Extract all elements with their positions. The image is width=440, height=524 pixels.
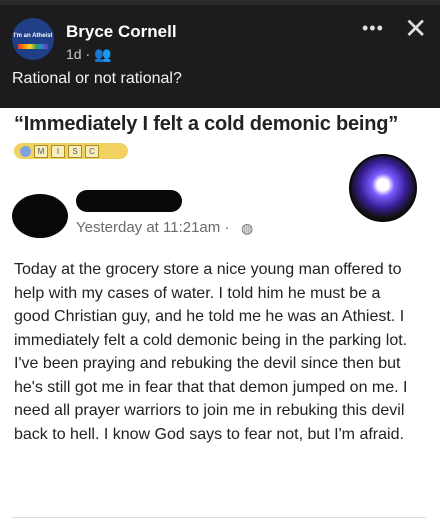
misc-letter: C: [85, 144, 99, 158]
avatar-text: I'm an Atheist: [13, 33, 53, 39]
rainbow-flag-icon: [18, 44, 48, 49]
top-divider: [0, 0, 440, 5]
post-timestamp[interactable]: Yesterday at 11:21am ·: [76, 219, 229, 236]
image-headline: “Immediately I felt a cold demonic being…: [14, 113, 399, 135]
misc-letter: S: [68, 144, 82, 158]
misc-badge: M I S C: [14, 143, 128, 159]
post-caption: Rational or not rational?: [12, 70, 182, 87]
top-bar: I'm an Atheist Bryce Cornell 1d · 👥 Rati…: [0, 0, 440, 108]
post-meta: 1d · 👥: [66, 46, 112, 62]
poster-name[interactable]: Bryce Cornell: [66, 22, 177, 42]
close-icon[interactable]: ✕: [404, 12, 427, 45]
post-body: Today at the grocery store a nice young …: [14, 261, 408, 443]
misc-letter: M: [34, 144, 48, 158]
redacted-name: [76, 190, 182, 212]
profile-avatar[interactable]: I'm an Atheist: [12, 18, 54, 60]
badge-dot-icon: [20, 145, 31, 157]
more-options-icon[interactable]: •••: [362, 18, 384, 39]
bottom-divider: [12, 517, 426, 518]
misc-letter: I: [51, 144, 65, 158]
redacted-avatar: [12, 194, 68, 238]
globe-icon: ◍: [241, 220, 254, 236]
galaxy-brain-icon: [349, 154, 417, 222]
